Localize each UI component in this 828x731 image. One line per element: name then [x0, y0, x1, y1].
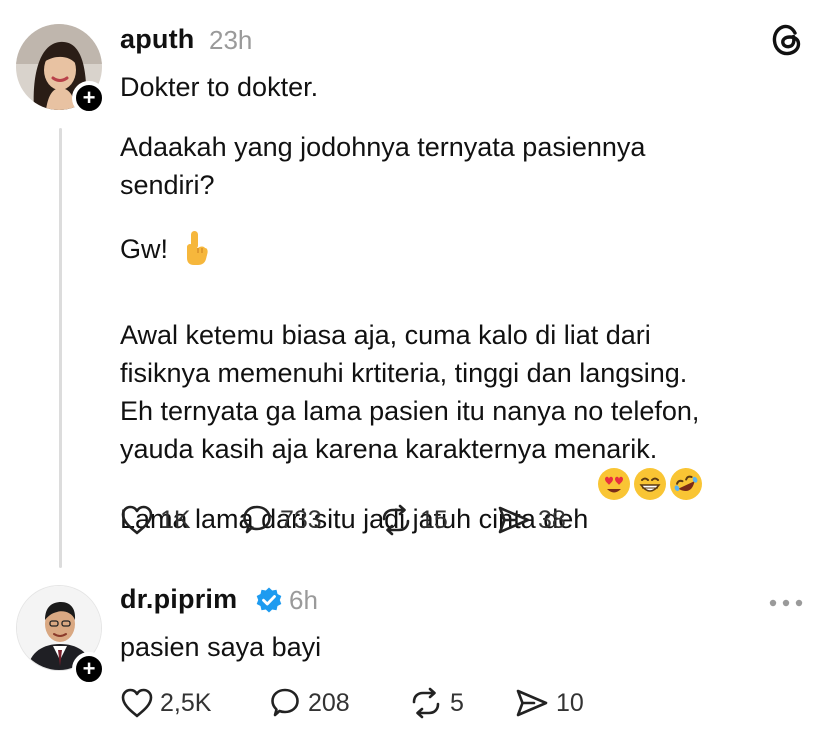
- verified-badge-icon: [255, 586, 283, 614]
- post-aputh: + aputh 23h Dokter to dokter. Adaakah ya…: [0, 0, 828, 568]
- post-text-gw: Gw!: [120, 230, 210, 276]
- reply-button[interactable]: 208: [268, 687, 408, 719]
- post-body: Awal ketemu biasa aja, cuma kalo di liat…: [120, 320, 700, 534]
- gw-text: Gw!: [120, 234, 169, 264]
- pointing-up-hand-emoji: [182, 230, 210, 276]
- post-text-body: Awal ketemu biasa aja, cuma kalo di liat…: [120, 278, 810, 538]
- more-dots-icon[interactable]: [768, 595, 804, 607]
- post-text-paragraph-2: Adaakah yang jodohnya ternyata pasiennya…: [120, 132, 646, 200]
- username[interactable]: aputh: [120, 24, 195, 55]
- share-send-icon: [498, 506, 530, 534]
- like-button[interactable]: 1K: [120, 504, 240, 536]
- share-button[interactable]: 38: [496, 504, 586, 536]
- reply-count: 733: [280, 505, 322, 534]
- like-count: 1K: [160, 505, 191, 534]
- thread-line: [59, 128, 62, 568]
- heart-eyes-emoji: [598, 468, 631, 500]
- post-text-line-1: Dokter to dokter.: [120, 72, 319, 102]
- grinning-emoji: [634, 468, 667, 500]
- timestamp: 23h: [209, 25, 253, 55]
- post-actions: 1K 733 15 38: [120, 504, 586, 536]
- repost-icon: [382, 504, 410, 536]
- share-count: 10: [556, 688, 584, 717]
- repost-icon: [412, 687, 440, 719]
- post-actions: 2,5K 208 5 10: [120, 687, 604, 719]
- avatar-aputh-wrap[interactable]: +: [16, 24, 106, 115]
- heart-icon: [121, 505, 153, 535]
- reply-count: 208: [308, 688, 350, 717]
- like-button[interactable]: 2,5K: [120, 687, 268, 719]
- follow-plus-icon[interactable]: +: [72, 81, 106, 115]
- repost-button[interactable]: 5: [408, 687, 514, 719]
- share-count: 38: [538, 505, 566, 534]
- repost-button[interactable]: 15: [378, 504, 496, 536]
- repost-count: 5: [450, 688, 464, 717]
- avatar-piprim-wrap[interactable]: +: [16, 585, 106, 686]
- timestamp: 6h: [289, 585, 318, 615]
- rofl-emoji: [665, 462, 708, 506]
- repost-count: 15: [420, 505, 448, 534]
- share-button[interactable]: 10: [514, 687, 604, 719]
- username[interactable]: dr.piprim: [120, 584, 237, 615]
- like-count: 2,5K: [160, 688, 212, 717]
- share-send-icon: [516, 689, 548, 717]
- follow-plus-icon[interactable]: +: [72, 652, 106, 686]
- heart-icon: [121, 688, 153, 718]
- reply-button[interactable]: 733: [240, 504, 378, 536]
- comment-icon: [271, 688, 299, 717]
- post-text: pasien saya bayi: [120, 632, 322, 662]
- post-dr-piprim: + dr.piprim 6h pasien saya bayi 2,5K 208: [0, 575, 828, 731]
- comment-icon: [243, 505, 271, 534]
